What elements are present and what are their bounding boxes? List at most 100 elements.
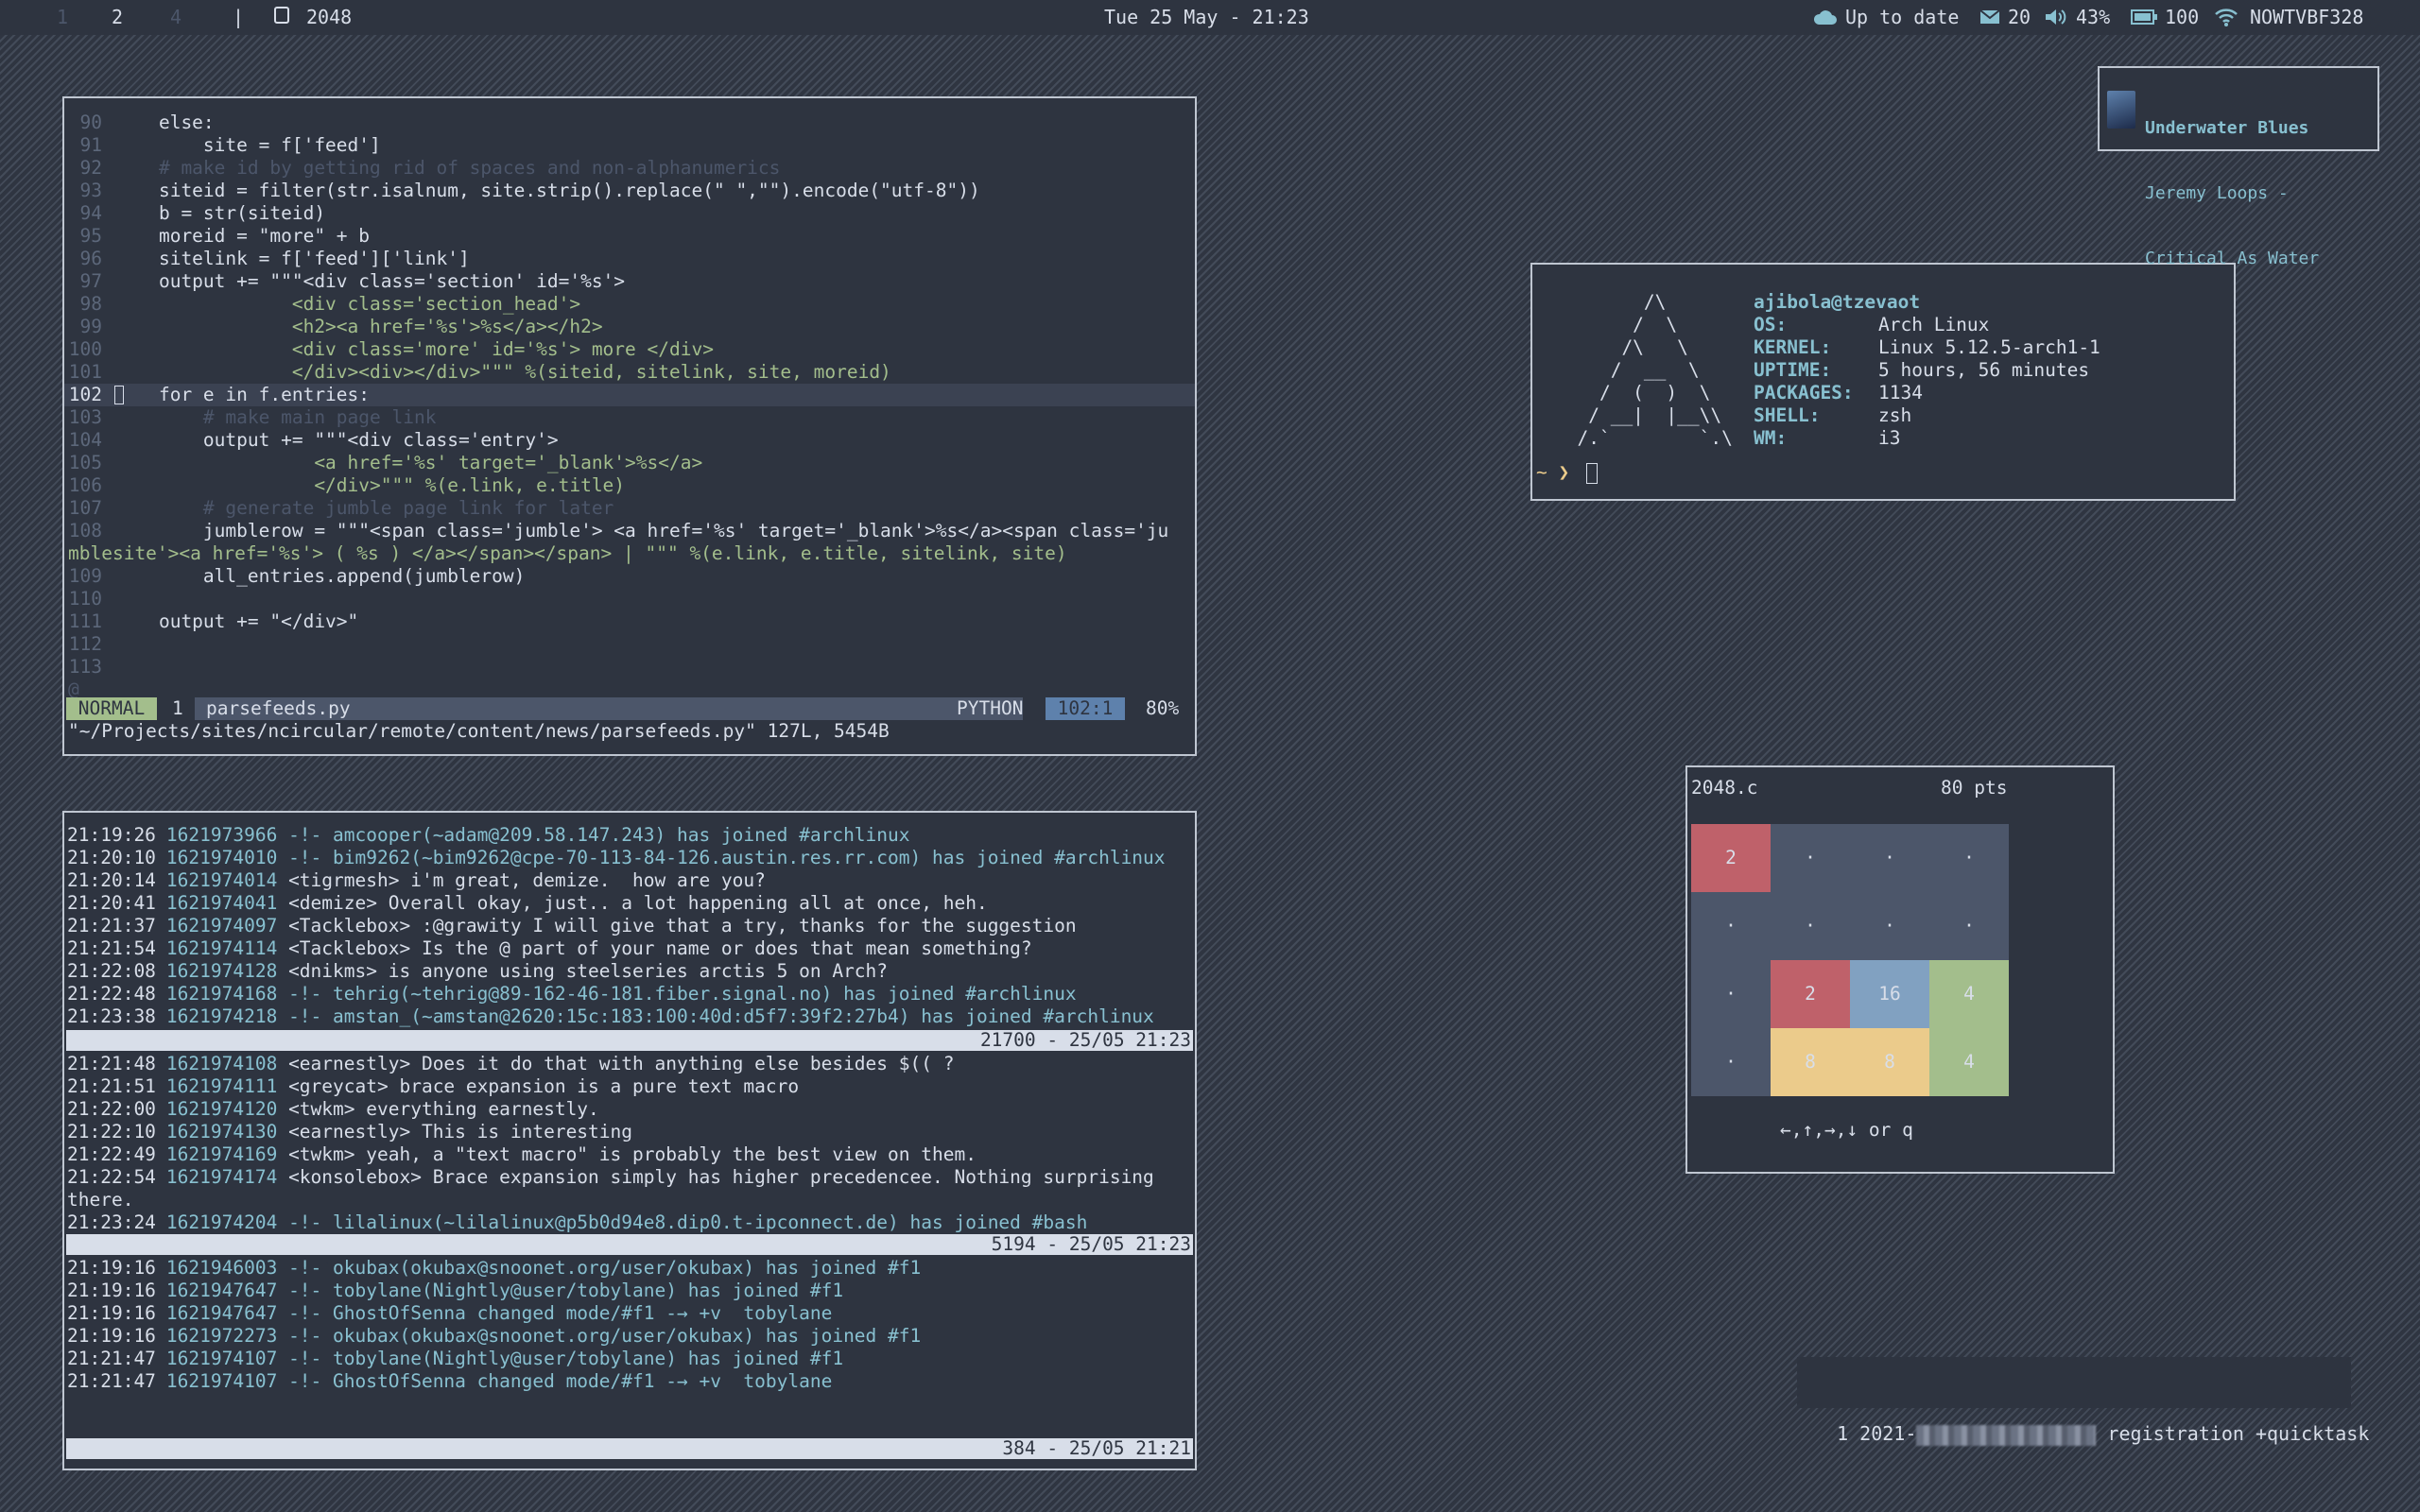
code-line[interactable]: 106 </div>""" %(e.link, e.title)	[64, 474, 1195, 497]
line-number: 96	[79, 248, 102, 269]
code-line[interactable]: 111 output += "</div>"	[64, 610, 1195, 633]
code-line[interactable]: 95 moreid = "more" + b	[64, 225, 1195, 248]
code-line[interactable]: 91 site = f['feed']	[64, 134, 1195, 157]
workspace-4[interactable]: 4	[170, 6, 182, 28]
line-number: 112	[68, 633, 102, 655]
prompt-symbol: ~ ❯	[1536, 461, 1570, 483]
sysinfo-row: SHELL: zsh	[1754, 404, 1911, 427]
line-number: 108	[68, 520, 102, 541]
line-code: </div><div></div>""" %(siteid, sitelink,…	[114, 361, 891, 383]
line-number: 109	[68, 565, 102, 587]
message-epoch: 1621972273	[165, 1325, 278, 1347]
game-board[interactable]: 2 · · · · · · · · 2 16 4 · 8 8 4	[1691, 824, 2009, 1096]
code-line[interactable]: 97 output += """<div class='section' id=…	[64, 270, 1195, 293]
task-text-suffix: registration +quicktask	[2096, 1422, 2370, 1445]
irc-message: 21:22:54 1621974174 <konsolebox> Brace ex…	[67, 1166, 1192, 1189]
buffer-number: 1	[172, 697, 183, 719]
game-title: 2048.c	[1691, 777, 1758, 799]
game-tile: 4	[1929, 960, 2009, 1028]
game-tile: 8	[1850, 1028, 1929, 1096]
code-line[interactable]: 112	[64, 633, 1195, 656]
message-time: 21:20:14	[67, 869, 156, 891]
message-time: 21:19:26	[67, 824, 156, 846]
irc-message: there.	[67, 1189, 1192, 1211]
message-text: <Tacklebox> Is the @ part of your name o…	[277, 937, 1032, 959]
terminal-window[interactable]: /\ / \ /\ \ / __ \ / ( ) \ / __| |__\\ /…	[1530, 263, 2236, 501]
irc-bar-info: 384 - 25/05 21:21	[1002, 1437, 1191, 1459]
line-code: sitelink = f['feed']['link']	[114, 248, 470, 269]
workspace-2[interactable]: 2	[112, 6, 123, 28]
line-code: for e in f.entries:	[114, 384, 371, 405]
shell-prompt[interactable]: ~ ❯	[1536, 461, 1598, 484]
music-notification[interactable]: Underwater Blues Jeremy Loops - Critical…	[2098, 66, 2379, 268]
line-number: 95	[79, 225, 102, 247]
sysinfo-row: UPTIME: 5 hours, 56 minutes	[1754, 359, 2089, 382]
message-epoch: 1621974107	[165, 1348, 278, 1369]
line-code: output += "</div>"	[114, 610, 359, 632]
vim-statusline: NORMAL 1 parsefeeds.py PYTHON 102:1 80%	[66, 697, 1195, 720]
message-text: <earnestly> This is interesting	[277, 1121, 633, 1143]
message-epoch: 1621974014	[165, 869, 278, 891]
code-line[interactable]: 101 </div><div></div>""" %(siteid, sitel…	[64, 361, 1195, 384]
line-number: 100	[68, 338, 102, 360]
code-line[interactable]: 113	[64, 656, 1195, 679]
message-epoch: 1621974204	[165, 1211, 278, 1233]
game-tile: ·	[1771, 824, 1850, 892]
sysinfo-key: KERNEL:	[1754, 336, 1832, 358]
game-2048-window[interactable]: 2048.c 80 pts 2 · · · · · · · · 2 16 4 · 8 8 4 ←,↑,→,↓ …	[1685, 765, 2115, 1174]
code-line[interactable]: 94 b = str(siteid)	[64, 202, 1195, 225]
code-line[interactable]: 107 # generate jumble page link for late…	[64, 497, 1195, 520]
irc-message: 21:19:16 1621972273 -!- okubax(okubax@sno…	[67, 1325, 1192, 1348]
message-epoch: 1621974169	[165, 1143, 278, 1165]
code-line[interactable]: 103 # make main page link	[64, 406, 1195, 429]
code-line[interactable]: 104 output += """<div class='entry'>	[64, 429, 1195, 452]
message-time: 21:20:10	[67, 847, 156, 868]
line-code: output += """<div class='entry'>	[114, 429, 559, 451]
workspace-1[interactable]: 1	[57, 6, 68, 28]
code-line[interactable]: 93 siteid = filter(str.isalnum, site.str…	[64, 180, 1195, 202]
game-tile: 2	[1691, 824, 1771, 892]
code-line[interactable]: 98 <div class='section_head'>	[64, 293, 1195, 316]
sysinfo-key: OS:	[1754, 314, 1788, 335]
code-line[interactable]: 108 jumblerow = """<span class='jumble'>…	[64, 520, 1195, 542]
game-tile: 4	[1929, 1028, 2009, 1096]
vim-message-line: "~/Projects/sites/ncircular/remote/conte…	[68, 720, 890, 742]
line-code: mblesite'><a href='%s'> ( %s ) </a></spa…	[68, 542, 1067, 564]
code-line[interactable]: 105 <a href='%s' target='_blank'>%s</a>	[64, 452, 1195, 474]
battery-icon	[2131, 9, 2157, 25]
code-line[interactable]: 92 # make id by getting rid of spaces an…	[64, 157, 1195, 180]
message-epoch: 1621974111	[165, 1075, 278, 1097]
irc-window[interactable]: 21:19:26 1621973966 -!- amcooper(~adam@20…	[62, 811, 1197, 1470]
message-text: <tigrmesh> i'm great, demize. how are yo…	[277, 869, 766, 891]
code-line[interactable]: 90 else:	[64, 112, 1195, 134]
vim-editor-window[interactable]: 90 else: 91 site = f['feed'] 92 # make id …	[62, 96, 1197, 756]
code-line[interactable]: 100 <div class='more' id='%s'> more </di…	[64, 338, 1195, 361]
sysinfo-row: KERNEL: Linux 5.12.5-arch1-1	[1754, 336, 2100, 359]
message-time: 21:21:47	[67, 1348, 156, 1369]
mail-count: 20	[2008, 6, 2031, 28]
irc-bar-path: 02] /home/ajibola/irc/sn/127.0.0.1/#f1/o…	[110, 1458, 578, 1470]
message-time: 21:22:08	[67, 960, 156, 982]
irc-message: 21:19:26 1621973966 -!- amcooper(~adam@20…	[67, 824, 1192, 847]
line-code: else:	[114, 112, 215, 133]
message-time: 21:19:16	[67, 1280, 156, 1301]
code-line[interactable]: mblesite'><a href='%s'> ( %s ) </a></spa…	[64, 542, 1195, 565]
code-line[interactable]: 109 all_entries.append(jumblerow)	[64, 565, 1195, 588]
message-text: <konsolebox> Brace expansion simply has …	[277, 1166, 1154, 1188]
message-time: 21:21:51	[67, 1075, 156, 1097]
message-epoch: 1621974107	[165, 1370, 278, 1392]
user-host: ajibola@tzevaot	[1754, 291, 1921, 313]
line-code: <h2><a href='%s'>%s</a></h2>	[114, 316, 603, 337]
code-line[interactable]: 110	[64, 588, 1195, 610]
line-code: all_entries.append(jumblerow)	[114, 565, 526, 587]
line-number: 107	[68, 497, 102, 519]
window-title: 2048	[306, 6, 353, 28]
code-line[interactable]: 102 for e in f.entries:	[64, 384, 1195, 406]
volume-level: 43%	[2076, 6, 2111, 28]
sysinfo-row: PACKAGES: 1134	[1754, 382, 1923, 404]
line-code: moreid = "more" + b	[114, 225, 371, 247]
message-epoch: 1621974114	[165, 937, 278, 959]
code-line[interactable]: 96 sitelink = f['feed']['link']	[64, 248, 1195, 270]
code-line[interactable]: 99 <h2><a href='%s'>%s</a></h2>	[64, 316, 1195, 338]
line-number: 103	[68, 406, 102, 428]
